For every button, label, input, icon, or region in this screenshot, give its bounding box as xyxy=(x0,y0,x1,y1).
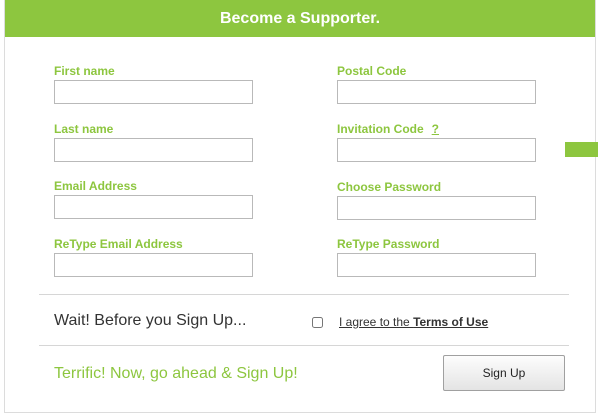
email-field[interactable] xyxy=(54,195,253,219)
signup-message: Terrific! Now, go ahead & Sign Up! xyxy=(54,365,298,382)
terms-prompt: Wait! Before you Sign Up... xyxy=(54,312,247,329)
panel-header: Become a Supporter. xyxy=(5,0,595,37)
retype-email-field[interactable] xyxy=(54,253,253,277)
divider-bottom xyxy=(39,345,569,346)
invitation-code-field[interactable] xyxy=(337,138,536,162)
first-name-label: First name xyxy=(54,64,115,78)
terms-of-use-link[interactable]: Terms of Use xyxy=(413,315,488,329)
first-name-field[interactable] xyxy=(54,80,253,104)
choose-password-label: Choose Password xyxy=(337,180,442,194)
retype-password-label: ReType Password xyxy=(337,237,440,251)
agree-prefix: I agree to the xyxy=(339,315,414,329)
invitation-code-label: Invitation Code xyxy=(337,122,424,136)
agree-terms-label[interactable]: I agree to the Terms of Use xyxy=(339,315,488,329)
retype-email-label: ReType Email Address xyxy=(54,237,183,251)
invitation-code-label-row: Invitation Code? xyxy=(337,122,439,136)
postal-code-field[interactable] xyxy=(337,80,536,104)
last-name-label: Last name xyxy=(54,122,114,136)
last-name-field[interactable] xyxy=(54,138,253,162)
retype-password-field[interactable] xyxy=(337,253,536,277)
agree-terms-checkbox[interactable] xyxy=(312,317,323,328)
invitation-code-help-link[interactable]: ? xyxy=(432,122,439,136)
sign-up-button[interactable]: Sign Up xyxy=(443,355,565,391)
divider-top xyxy=(39,294,569,295)
password-field[interactable] xyxy=(337,196,536,220)
side-tab[interactable] xyxy=(565,142,598,157)
postal-code-label: Postal Code xyxy=(337,64,407,78)
email-label: Email Address xyxy=(54,179,137,193)
header-title: Become a Supporter. xyxy=(219,10,381,27)
